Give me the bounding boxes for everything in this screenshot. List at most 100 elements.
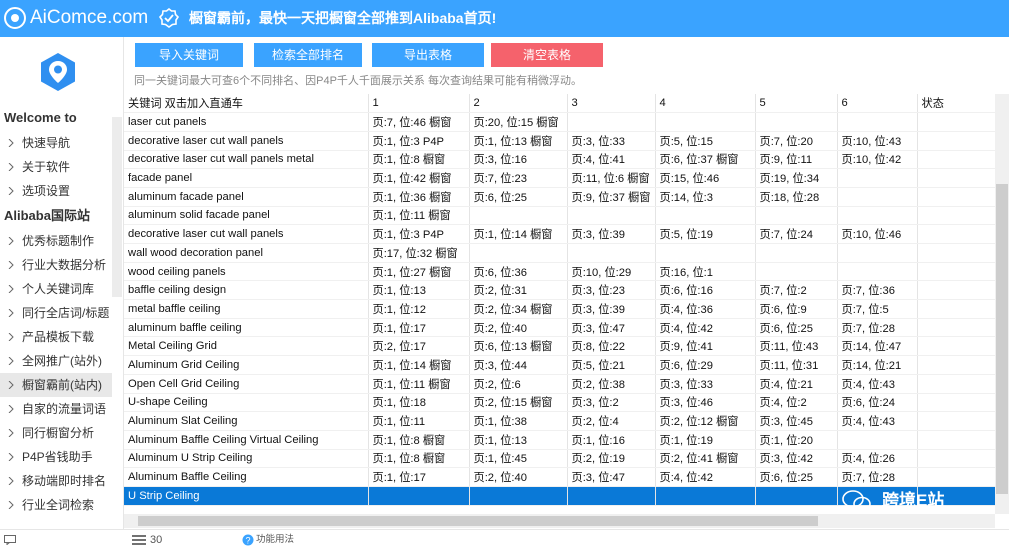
help-icon[interactable]: ?	[242, 534, 254, 546]
rank-cell[interactable]: 页:6, 位:16	[655, 280, 756, 301]
table-row[interactable]: wood ceiling panels 页:1, 位:27 橱窗 页:6, 位:36…	[124, 262, 995, 282]
table-row[interactable]: Metal Ceiling Grid 页:2, 位:17 页:6, 位:13 橱窗页…	[124, 336, 995, 357]
keyword-cell[interactable]: laser cut panels	[124, 112, 369, 132]
rank-cell[interactable]: 页:1, 位:13 橱窗	[469, 131, 568, 151]
rank-cell[interactable]: 页:7, 位:20	[755, 131, 838, 151]
rank-cell[interactable]: 页:2, 位:31	[469, 280, 568, 301]
status-cell[interactable]	[917, 318, 995, 338]
table-row[interactable]: decorative laser cut wall panels metal 页:…	[124, 150, 995, 170]
rank-cell[interactable]: 页:4, 位:43	[837, 374, 918, 394]
table-row[interactable]: wall wood decoration panel 页:17, 位:32 橱窗	[124, 243, 995, 263]
keyword-cell[interactable]: decorative laser cut wall panels metal	[124, 150, 369, 170]
keyword-cell[interactable]: wood ceiling panels	[124, 262, 369, 282]
rank-cell[interactable]	[837, 206, 918, 226]
rank-cell[interactable]: 页:3, 位:44	[469, 355, 568, 375]
status-cell[interactable]	[917, 280, 995, 301]
status-cell[interactable]	[917, 224, 995, 244]
keyword-cell[interactable]: decorative laser cut wall panels	[124, 131, 369, 151]
keyword-cell[interactable]: U Strip Ceiling	[124, 486, 369, 506]
status-cell[interactable]	[917, 336, 995, 357]
rank-cell[interactable]: 页:1, 位:13	[368, 280, 470, 301]
rank-cell[interactable]: 页:11, 位:31	[755, 355, 838, 375]
rank-cell[interactable]: 页:4, 位:42	[655, 467, 756, 487]
keyword-cell[interactable]: aluminum solid facade panel	[124, 206, 369, 226]
rank-cell[interactable]: 页:1, 位:11 橱窗	[368, 206, 470, 226]
table-row[interactable]: Aluminum Slat Ceiling 页:1, 位:11 页:1, 位:38 页…	[124, 411, 995, 431]
rank-cell[interactable]	[755, 486, 838, 506]
table-row[interactable]: Open Cell Grid Ceiling 页:1, 位:11 橱窗 页:2, 位…	[124, 374, 995, 394]
rank-cell[interactable]: 页:3, 位:33	[567, 131, 656, 151]
rank-cell[interactable]: 页:1, 位:38	[469, 411, 568, 431]
rank-cell[interactable]: 页:14, 位:21	[837, 355, 918, 375]
rank-cell[interactable]	[837, 262, 918, 282]
rank-cell[interactable]: 页:17, 位:32 橱窗	[368, 243, 470, 263]
status-cell[interactable]	[917, 411, 995, 431]
rank-cell[interactable]: 页:5, 位:19	[655, 224, 756, 244]
keyword-cell[interactable]: Metal Ceiling Grid	[124, 336, 369, 357]
rank-cell[interactable]: 页:6, 位:13 橱窗	[469, 336, 568, 357]
table-row[interactable]: aluminum baffle ceiling 页:1, 位:17 页:2, 位:4…	[124, 318, 995, 338]
rank-cell[interactable]	[368, 486, 470, 506]
export-table-button[interactable]: 导出表格	[372, 43, 484, 67]
rank-cell[interactable]: 页:2, 位:12 橱窗	[655, 411, 756, 431]
rank-cell[interactable]: 页:1, 位:19	[655, 430, 756, 450]
sidebar-item-settings[interactable]: 选项设置	[0, 179, 112, 203]
keyword-cell[interactable]: Aluminum Baffle Ceiling	[124, 467, 369, 487]
rank-cell[interactable]: 页:14, 位:3	[655, 187, 756, 207]
rank-cell[interactable]: 页:2, 位:38	[567, 374, 656, 394]
rank-cell[interactable]: 页:7, 位:2	[755, 280, 838, 301]
rank-cell[interactable]: 页:10, 位:42	[837, 150, 918, 170]
vertical-scroll-thumb[interactable]	[996, 184, 1008, 494]
rank-cell[interactable]: 页:11, 位:43	[755, 336, 838, 357]
keyword-cell[interactable]: aluminum facade panel	[124, 187, 369, 207]
rank-cell[interactable]: 页:7, 位:28	[837, 318, 918, 338]
rank-cell[interactable]: 页:16, 位:1	[655, 262, 756, 282]
rank-cell[interactable]: 页:2, 位:6	[469, 374, 568, 394]
column-header-4[interactable]: 4	[655, 94, 756, 114]
rank-cell[interactable]: 页:1, 位:11	[368, 411, 470, 431]
rank-cell[interactable]	[655, 112, 756, 132]
table-row[interactable]: decorative laser cut wall panels 页:1, 位:3…	[124, 224, 995, 244]
rank-cell[interactable]: 页:1, 位:14 橱窗	[469, 224, 568, 244]
column-header-status[interactable]: 状态	[917, 94, 995, 114]
rank-cell[interactable]	[837, 187, 918, 207]
table-row[interactable]: Aluminum U Strip Ceiling 页:1, 位:8 橱窗 页:1, …	[124, 449, 995, 469]
sidebar-item-web-promotion[interactable]: 全网推广(站外)	[0, 349, 112, 373]
table-row[interactable]: metal baffle ceiling 页:1, 位:12 页:2, 位:34 橱…	[124, 299, 995, 319]
rank-cell[interactable]: 页:6, 位:36	[469, 262, 568, 282]
keyword-cell[interactable]: Open Cell Grid Ceiling	[124, 374, 369, 394]
rank-cell[interactable]: 页:6, 位:25	[755, 318, 838, 338]
table-row[interactable]: aluminum facade panel 页:1, 位:36 橱窗 页:6, 位:…	[124, 187, 995, 207]
sidebar-item-p4p-saver[interactable]: P4P省钱助手	[0, 445, 112, 469]
rank-cell[interactable]: 页:14, 位:47	[837, 336, 918, 357]
import-keywords-button[interactable]: 导入关键词	[135, 43, 243, 67]
rank-cell[interactable]: 页:1, 位:27 橱窗	[368, 262, 470, 282]
keyword-cell[interactable]: facade panel	[124, 168, 369, 188]
rank-cell[interactable]: 页:10, 位:43	[837, 131, 918, 151]
chat-icon[interactable]	[4, 535, 16, 545]
status-cell[interactable]	[917, 355, 995, 375]
rank-cell[interactable]	[755, 206, 838, 226]
rank-cell[interactable]: 页:1, 位:3 P4P	[368, 224, 470, 244]
status-cell[interactable]	[917, 262, 995, 282]
rank-cell[interactable]	[567, 243, 656, 263]
rank-cell[interactable]: 页:4, 位:41	[567, 150, 656, 170]
rank-cell[interactable]: 页:20, 位:15 橱窗	[469, 112, 568, 132]
column-header-2[interactable]: 2	[469, 94, 568, 114]
menu-icon[interactable]	[132, 535, 146, 545]
rank-cell[interactable]: 页:1, 位:16	[567, 430, 656, 450]
rank-cell[interactable]: 页:3, 位:47	[567, 318, 656, 338]
vertical-scrollbar[interactable]	[995, 94, 1009, 514]
rank-cell[interactable]	[567, 112, 656, 132]
keyword-cell[interactable]: wall wood decoration panel	[124, 243, 369, 263]
rank-cell[interactable]: 页:1, 位:14 橱窗	[368, 355, 470, 375]
rank-cell[interactable]: 页:4, 位:21	[755, 374, 838, 394]
column-header-3[interactable]: 3	[567, 94, 656, 114]
table-row[interactable]: baffle ceiling design 页:1, 位:13 页:2, 位:31 页…	[124, 280, 995, 301]
keyword-cell[interactable]: decorative laser cut wall panels	[124, 224, 369, 244]
keyword-cell[interactable]: Aluminum Baffle Ceiling Virtual Ceiling	[124, 430, 369, 450]
status-cell[interactable]	[917, 374, 995, 394]
keyword-cell[interactable]: metal baffle ceiling	[124, 299, 369, 319]
rank-cell[interactable]: 页:2, 位:15 橱窗	[469, 393, 568, 413]
rank-cell[interactable]: 页:3, 位:39	[567, 299, 656, 319]
